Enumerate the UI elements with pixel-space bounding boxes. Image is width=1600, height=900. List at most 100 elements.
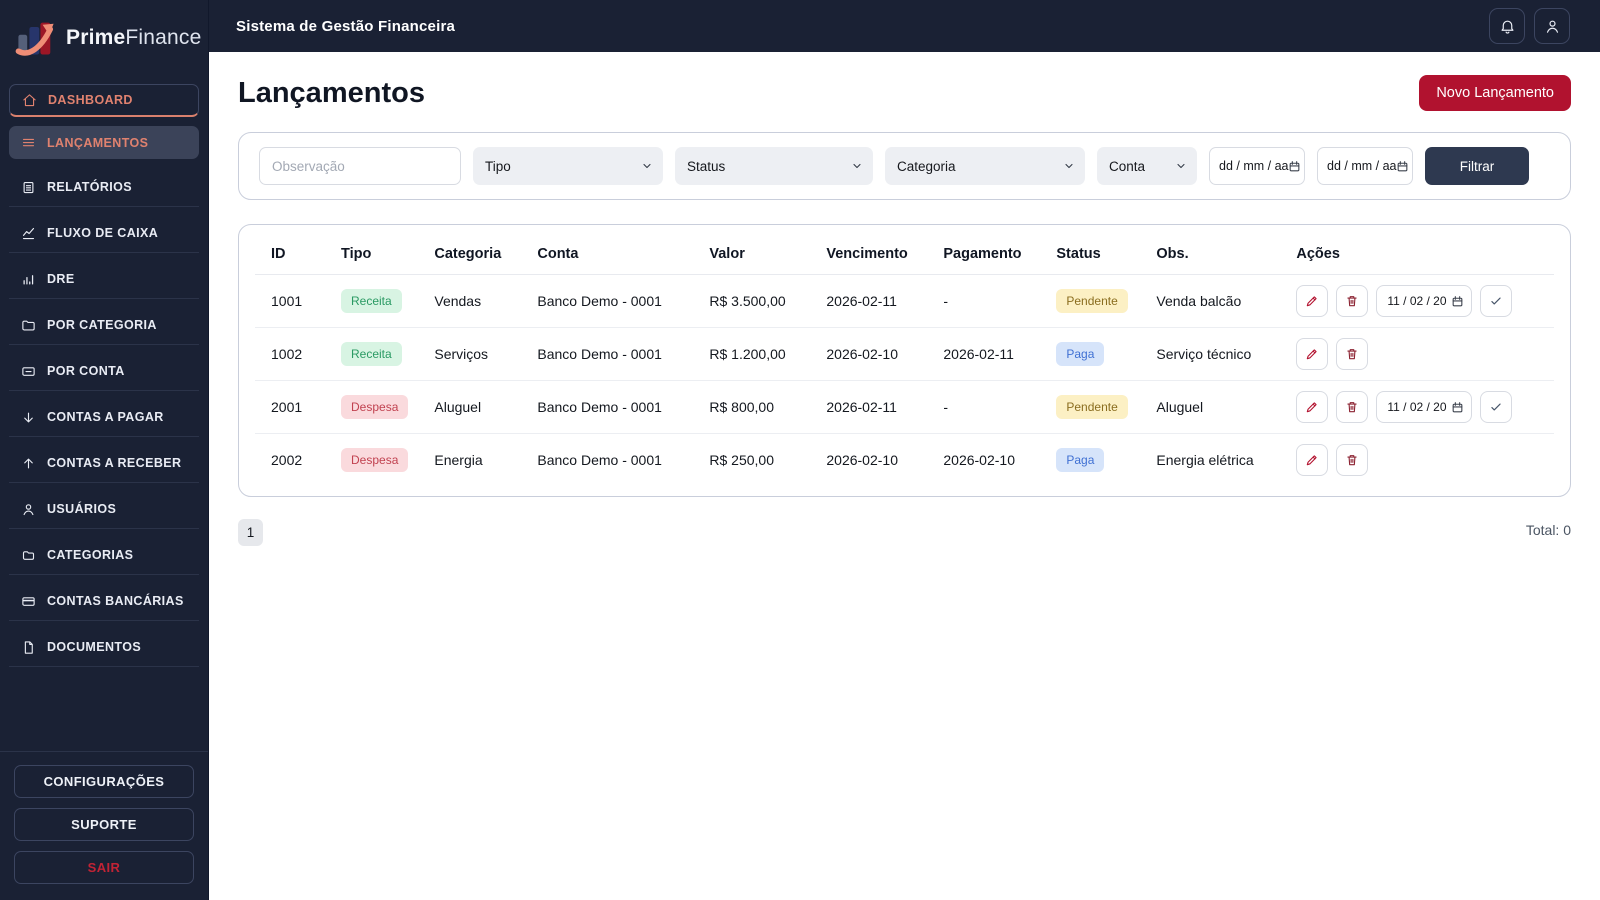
trash-icon: [1345, 294, 1359, 308]
observation-input[interactable]: [259, 147, 461, 185]
edit-button[interactable]: [1296, 338, 1329, 370]
chevron-down-icon: [1063, 160, 1075, 172]
edit-button[interactable]: [1296, 391, 1329, 423]
pay-date-input[interactable]: 11 / 02 / 20: [1376, 285, 1472, 317]
user-icon: [1544, 18, 1561, 35]
cell-id: 1002: [255, 327, 325, 381]
cell-vencimento: 2026-02-11: [810, 274, 928, 328]
sidebar-item-fluxo-de-caixa[interactable]: FLUXO DE CAIXA: [9, 214, 199, 253]
delete-button[interactable]: [1336, 338, 1369, 370]
chevron-down-icon: [851, 160, 863, 172]
account-select[interactable]: Conta: [1097, 147, 1197, 185]
logout-button[interactable]: SAIR: [14, 851, 194, 884]
date-from-input[interactable]: dd / mm / aa: [1209, 147, 1305, 185]
sidebar-item-contas-a-receber[interactable]: CONTAS A RECEBER: [9, 444, 199, 483]
sidebar-item-contas-bancarias[interactable]: CONTAS BANCÁRIAS: [9, 582, 199, 621]
main-area: Sistema de Gestão Financeira Lançamentos…: [209, 0, 1600, 900]
total-label: Total: 0: [1525, 522, 1571, 538]
trash-icon: [1345, 347, 1359, 361]
sidebar-item-usuarios[interactable]: USUÁRIOS: [9, 490, 199, 529]
cell-obs: Serviço técnico: [1140, 327, 1281, 381]
entries-table: ID Tipo Categoria Conta Valor Vencimento…: [255, 231, 1554, 486]
filter-button[interactable]: Filtrar: [1425, 147, 1529, 185]
sidebar-item-relatorios[interactable]: RELATÓRIOS: [9, 168, 199, 207]
brand-logo: PrimeFinance: [0, 0, 208, 78]
cell-categoria: Vendas: [418, 274, 522, 328]
col-status: Status: [1040, 231, 1141, 275]
user-menu-button[interactable]: [1534, 8, 1570, 44]
trash-icon: [1345, 400, 1359, 414]
topbar-actions: [1489, 8, 1570, 44]
col-acoes: Ações: [1280, 231, 1554, 275]
type-badge: Receita: [341, 342, 402, 366]
new-entry-button[interactable]: Novo Lançamento: [1419, 75, 1571, 111]
sidebar-item-contas-a-pagar[interactable]: CONTAS A PAGAR: [9, 398, 199, 437]
folder-icon: [21, 318, 36, 333]
row-actions: 11 / 02 / 20: [1296, 285, 1544, 317]
calendar-icon: [1451, 401, 1464, 414]
cell-conta: Banco Demo - 0001: [537, 452, 662, 468]
trend-icon: [21, 226, 36, 241]
status-badge: Paga: [1056, 448, 1105, 472]
app-root: PrimeFinance DASHBOARD LANÇAMENTOS RELAT…: [0, 0, 1600, 900]
list-icon: [21, 135, 36, 150]
report-icon: [21, 180, 36, 195]
cell-pagamento: 2026-02-11: [927, 327, 1041, 381]
sidebar-footer: CONFIGURAÇÕES SUPORTE SAIR: [0, 751, 208, 900]
sidebar-item-label: FLUXO DE CAIXA: [47, 226, 159, 240]
type-select[interactable]: Tipo: [473, 147, 663, 185]
cell-pagamento: 2026-02-10: [943, 452, 1015, 468]
sidebar-item-categorias[interactable]: CATEGORIAS: [9, 536, 199, 575]
trash-icon: [1345, 453, 1359, 467]
type-badge: Despesa: [341, 448, 409, 472]
confirm-payment-button[interactable]: [1479, 391, 1512, 423]
cell-obs: Energia elétrica: [1156, 452, 1254, 468]
page-content: Lançamentos Novo Lançamento Tipo Status …: [209, 52, 1600, 546]
sidebar-item-por-categoria[interactable]: POR CATEGORIA: [9, 306, 199, 345]
delete-button[interactable]: [1336, 444, 1369, 476]
col-categoria: Categoria: [418, 231, 522, 275]
check-icon: [1489, 400, 1503, 414]
col-id: ID: [255, 231, 325, 275]
delete-button[interactable]: [1336, 391, 1369, 423]
table-footer: 1 Total: 0: [238, 519, 1571, 546]
pagination-page-1[interactable]: 1: [238, 519, 263, 546]
date-to-input[interactable]: dd / mm / aa: [1317, 147, 1413, 185]
cell-valor: R$ 250,00: [709, 452, 774, 468]
cell-pagamento: -: [927, 274, 1041, 328]
status-badge: Pendente: [1056, 289, 1128, 313]
category-select-value: Categoria: [897, 158, 956, 174]
cell-valor: R$ 3.500,00: [693, 274, 811, 328]
sidebar-item-dashboard[interactable]: DASHBOARD: [9, 84, 199, 117]
sidebar-item-lancamentos[interactable]: LANÇAMENTOS: [9, 126, 199, 159]
status-select[interactable]: Status: [675, 147, 873, 185]
sidebar-item-dre[interactable]: DRE: [9, 260, 199, 299]
check-icon: [1489, 294, 1503, 308]
sidebar-item-label: CONTAS A PAGAR: [47, 410, 164, 424]
support-button[interactable]: SUPORTE: [14, 808, 194, 841]
category-select[interactable]: Categoria: [885, 147, 1085, 185]
pencil-icon: [1305, 400, 1319, 414]
col-conta: Conta: [521, 231, 694, 275]
sidebar-item-por-conta[interactable]: POR CONTA: [9, 352, 199, 391]
cell-obs: Venda balcão: [1140, 274, 1281, 328]
type-badge: Despesa: [341, 395, 409, 419]
settings-button[interactable]: CONFIGURAÇÕES: [14, 765, 194, 798]
status-badge: Paga: [1056, 342, 1105, 366]
delete-button[interactable]: [1336, 285, 1369, 317]
edit-button[interactable]: [1296, 285, 1329, 317]
card-minus-icon: [21, 364, 36, 379]
type-select-value: Tipo: [485, 158, 511, 174]
account-select-value: Conta: [1109, 158, 1146, 174]
sidebar-item-label: POR CATEGORIA: [47, 318, 157, 332]
calendar-icon: [1288, 160, 1301, 173]
confirm-payment-button[interactable]: [1479, 285, 1512, 317]
edit-button[interactable]: [1296, 444, 1329, 476]
notifications-button[interactable]: [1489, 8, 1525, 44]
sidebar-item-label: RELATÓRIOS: [47, 180, 133, 194]
row-actions: [1296, 338, 1544, 370]
sidebar-item-documentos[interactable]: DOCUMENTOS: [9, 628, 199, 667]
sidebar-item-label: POR CONTA: [47, 364, 125, 378]
pay-date-input[interactable]: 11 / 02 / 20: [1376, 391, 1472, 423]
